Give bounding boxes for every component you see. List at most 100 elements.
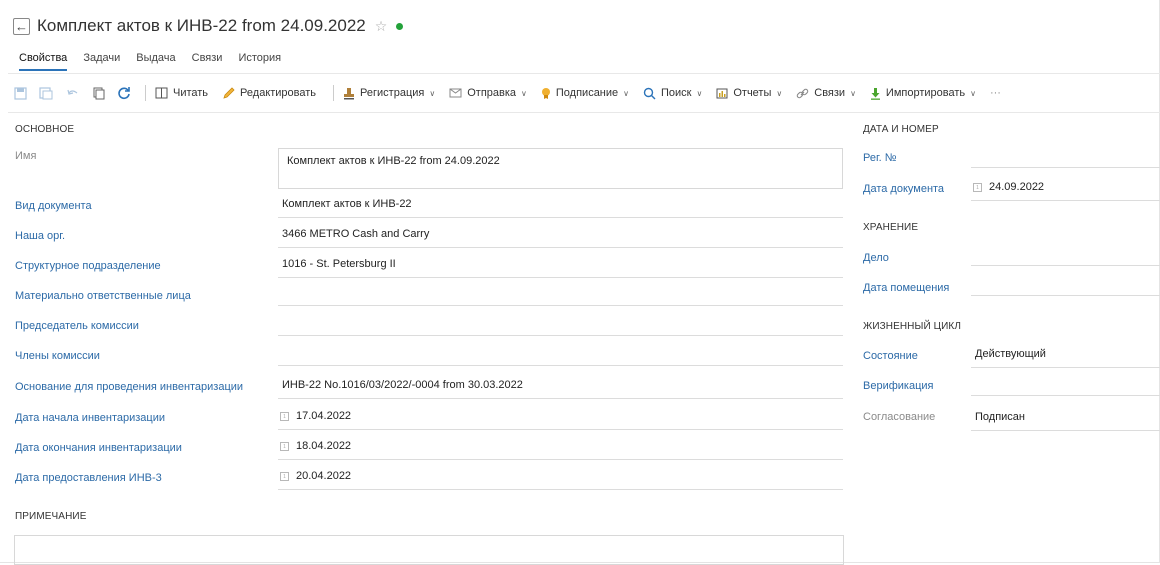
chair-field[interactable] (278, 316, 843, 336)
docdate-field[interactable]: 1 24.09.2022 (971, 181, 1160, 201)
calendar-icon[interactable]: 1 (280, 472, 289, 481)
edit-label: Редактировать (240, 87, 317, 99)
save-close-icon[interactable] (38, 85, 54, 101)
signing-button[interactable]: Подписание ∨ (541, 87, 629, 100)
placedate-field[interactable] (971, 276, 1160, 296)
stamp-icon (343, 87, 355, 100)
dept-label[interactable]: Структурное подразделение (15, 260, 161, 272)
tab-properties[interactable]: Свойства (19, 52, 68, 71)
send-button[interactable]: Отправка ∨ (449, 87, 527, 99)
envelope-icon (449, 88, 462, 98)
approval-label: Согласование (863, 411, 936, 423)
section-note-title: ПРИМЕЧАНИЕ (15, 511, 87, 522)
section-main-title: ОСНОВНОЕ (15, 124, 75, 135)
mol-field[interactable] (278, 286, 843, 306)
tab-issue[interactable]: Выдача (136, 52, 175, 71)
dept-value: 1016 - St. Petersburg II (282, 258, 396, 270)
search-button[interactable]: Поиск ∨ (643, 87, 702, 100)
calendar-icon[interactable]: 1 (973, 183, 982, 192)
edit-button[interactable]: Редактировать (222, 86, 317, 100)
read-button[interactable]: Читать (155, 87, 208, 99)
tab-links[interactable]: Связи (192, 52, 223, 71)
end-date-field[interactable]: 1 18.04.2022 (278, 440, 843, 460)
registration-button[interactable]: Регистрация ∨ (343, 87, 435, 100)
title-bar: ← Комплект актов к ИНВ-22 from 24.09.202… (13, 13, 404, 39)
section-storage-title: ХРАНЕНИЕ (863, 222, 919, 233)
toolbar-separator (145, 85, 146, 101)
state-label[interactable]: Состояние (863, 350, 918, 362)
regnum-label[interactable]: Рег. № (863, 152, 897, 164)
chevron-down-icon: ∨ (696, 88, 703, 98)
note-field[interactable] (14, 535, 844, 565)
start-date-field[interactable]: 1 17.04.2022 (278, 410, 843, 430)
state-value: Действующий (975, 348, 1046, 360)
download-icon (870, 87, 881, 100)
save-icon[interactable] (12, 85, 28, 101)
read-label: Читать (173, 87, 209, 99)
verify-label[interactable]: Верификация (863, 380, 934, 392)
org-value: 3466 METRO Cash and Carry (282, 228, 430, 240)
basis-value: ИНВ-22 No.1016/03/2022/-0004 from 30.03.… (282, 379, 523, 391)
chevron-down-icon: ∨ (850, 88, 856, 98)
name-field[interactable]: Комплект актов к ИНВ-22 from 24.09.2022 (278, 148, 843, 189)
chevron-down-icon: ∨ (429, 88, 436, 98)
case-field[interactable] (971, 246, 1160, 266)
registration-label: Регистрация (360, 87, 425, 99)
calendar-icon[interactable]: 1 (280, 412, 289, 421)
import-label: Импортировать (885, 87, 966, 99)
start-date-label: Дата начала инвентаризации (15, 412, 165, 424)
tab-bar: Свойства Задачи Выдача Связи История (19, 52, 297, 71)
inv3-date-label: Дата предоставления ИНВ-3 (15, 472, 162, 484)
report-icon (716, 88, 728, 99)
section-datenum-title: ДАТА И НОМЕР (863, 124, 939, 135)
inv3-date-field[interactable]: 1 20.04.2022 (278, 470, 843, 490)
basis-field[interactable]: ИНВ-22 No.1016/03/2022/-0004 from 30.03.… (278, 379, 843, 399)
copy-icon[interactable] (90, 85, 106, 101)
signature-icon (541, 87, 551, 100)
docdate-value: 24.09.2022 (989, 181, 1045, 193)
placedate-label[interactable]: Дата помещения (863, 282, 949, 294)
toolbar: Читать Редактировать Регистрация ∨ Отправ… (12, 83, 1015, 103)
org-field[interactable]: 3466 METRO Cash and Carry (278, 228, 843, 248)
start-date-value: 17.04.2022 (296, 410, 352, 422)
members-label[interactable]: Члены комиссии (15, 350, 100, 362)
reports-label: Отчеты (733, 87, 772, 99)
chair-label[interactable]: Председатель комиссии (15, 320, 139, 332)
back-arrow-icon[interactable]: ← (13, 17, 30, 35)
links-label: Связи (814, 87, 846, 99)
regnum-field[interactable] (971, 148, 1160, 168)
chevron-down-icon: ∨ (970, 88, 976, 98)
doc-kind-label[interactable]: Вид документа (15, 200, 92, 212)
tab-tasks[interactable]: Задачи (83, 52, 120, 71)
section-lifecycle-title: ЖИЗНЕННЫЙ ЦИКЛ (863, 321, 961, 332)
page-title: Комплект актов к ИНВ-22 from 24.09.2022 (37, 16, 366, 35)
reports-button[interactable]: Отчеты ∨ (716, 87, 782, 99)
inv3-date-value: 20.04.2022 (296, 470, 352, 482)
doc-kind-field[interactable]: Комплект актов к ИНВ-22 (278, 198, 843, 218)
verify-field[interactable] (971, 376, 1160, 396)
doc-kind-value: Комплект актов к ИНВ-22 (282, 198, 412, 210)
case-label[interactable]: Дело (863, 252, 889, 264)
toolbar-separator (333, 85, 335, 101)
more-button[interactable]: ··· (990, 87, 1001, 99)
org-label[interactable]: Наша орг. (15, 230, 65, 242)
chevron-down-icon: ∨ (776, 88, 783, 98)
basis-label[interactable]: Основание для проведения инвентаризации (15, 381, 243, 393)
tab-history[interactable]: История (238, 52, 281, 71)
refresh-icon[interactable] (116, 85, 132, 101)
end-date-label: Дата окончания инвентаризации (15, 442, 182, 454)
state-field[interactable]: Действующий (971, 348, 1160, 368)
members-field[interactable] (278, 346, 843, 366)
signing-label: Подписание (555, 87, 619, 99)
docdate-label[interactable]: Дата документа (863, 183, 944, 195)
book-icon (155, 87, 168, 99)
toolbar-divider (8, 112, 1160, 113)
links-button[interactable]: Связи ∨ (796, 87, 856, 100)
dept-field[interactable]: 1016 - St. Petersburg II (278, 258, 843, 278)
chevron-down-icon: ∨ (521, 88, 527, 98)
favorite-star-icon[interactable]: ☆ (375, 18, 388, 35)
undo-icon[interactable] (64, 85, 80, 101)
calendar-icon[interactable]: 1 (280, 442, 289, 451)
import-button[interactable]: Импортировать ∨ (870, 87, 976, 100)
mol-label[interactable]: Материально ответственные лица (15, 290, 191, 302)
